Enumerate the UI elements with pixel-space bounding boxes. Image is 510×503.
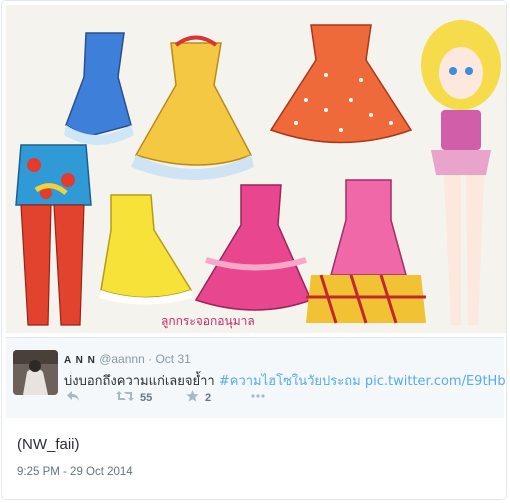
tweet-date[interactable]: Oct 31 [155,352,190,366]
retweet-button[interactable]: 55 [116,390,152,405]
paper-doll-illustration: ลูกกระจอกอนุมาล [6,5,506,333]
favorite-button[interactable]: 2 [186,390,211,405]
tweet-text: บ่งบอกถึงความแก่เลยจย้ำา #ความไฮโซในวัยป… [64,370,506,391]
separator-dot: · [148,352,153,366]
tweet-card: ลูกกระจอกอนุมาล A N N @aannn · Oct 31 บ่… [1,0,507,500]
media-link[interactable]: pic.twitter.com/E9tHb7ef0y [365,374,506,389]
hashtag-link[interactable]: #ความไฮโซในวัยประถม [219,374,361,389]
username-handle[interactable]: @aannn [99,352,145,366]
favorite-icon [186,390,199,405]
favorite-count: 2 [205,391,212,404]
tweet-timestamp[interactable]: 9:25 PM - 29 Oct 2014 [17,466,133,478]
photo-watermark: ลูกกระจอกอนุมาล [161,314,255,329]
retweet-icon [116,390,134,405]
more-icon [250,390,266,405]
tweet-caption: (NW_faii) [17,436,80,453]
tweet-text-body: บ่งบอกถึงความแก่เลยจย้ำา [64,374,219,389]
embedded-tweet[interactable]: A N N @aannn · Oct 31 บ่งบอกถึงความแก่เล… [6,337,506,418]
reply-icon [66,390,80,405]
tweet-header: A N N @aannn · Oct 31 [64,352,191,366]
retweet-count: 55 [140,391,153,404]
more-button[interactable] [250,390,266,405]
reply-button[interactable] [66,390,80,405]
avatar[interactable] [13,350,58,395]
display-name[interactable]: A N N [64,355,96,366]
tweet-photo[interactable]: ลูกกระจอกอนุมาล [6,5,506,333]
